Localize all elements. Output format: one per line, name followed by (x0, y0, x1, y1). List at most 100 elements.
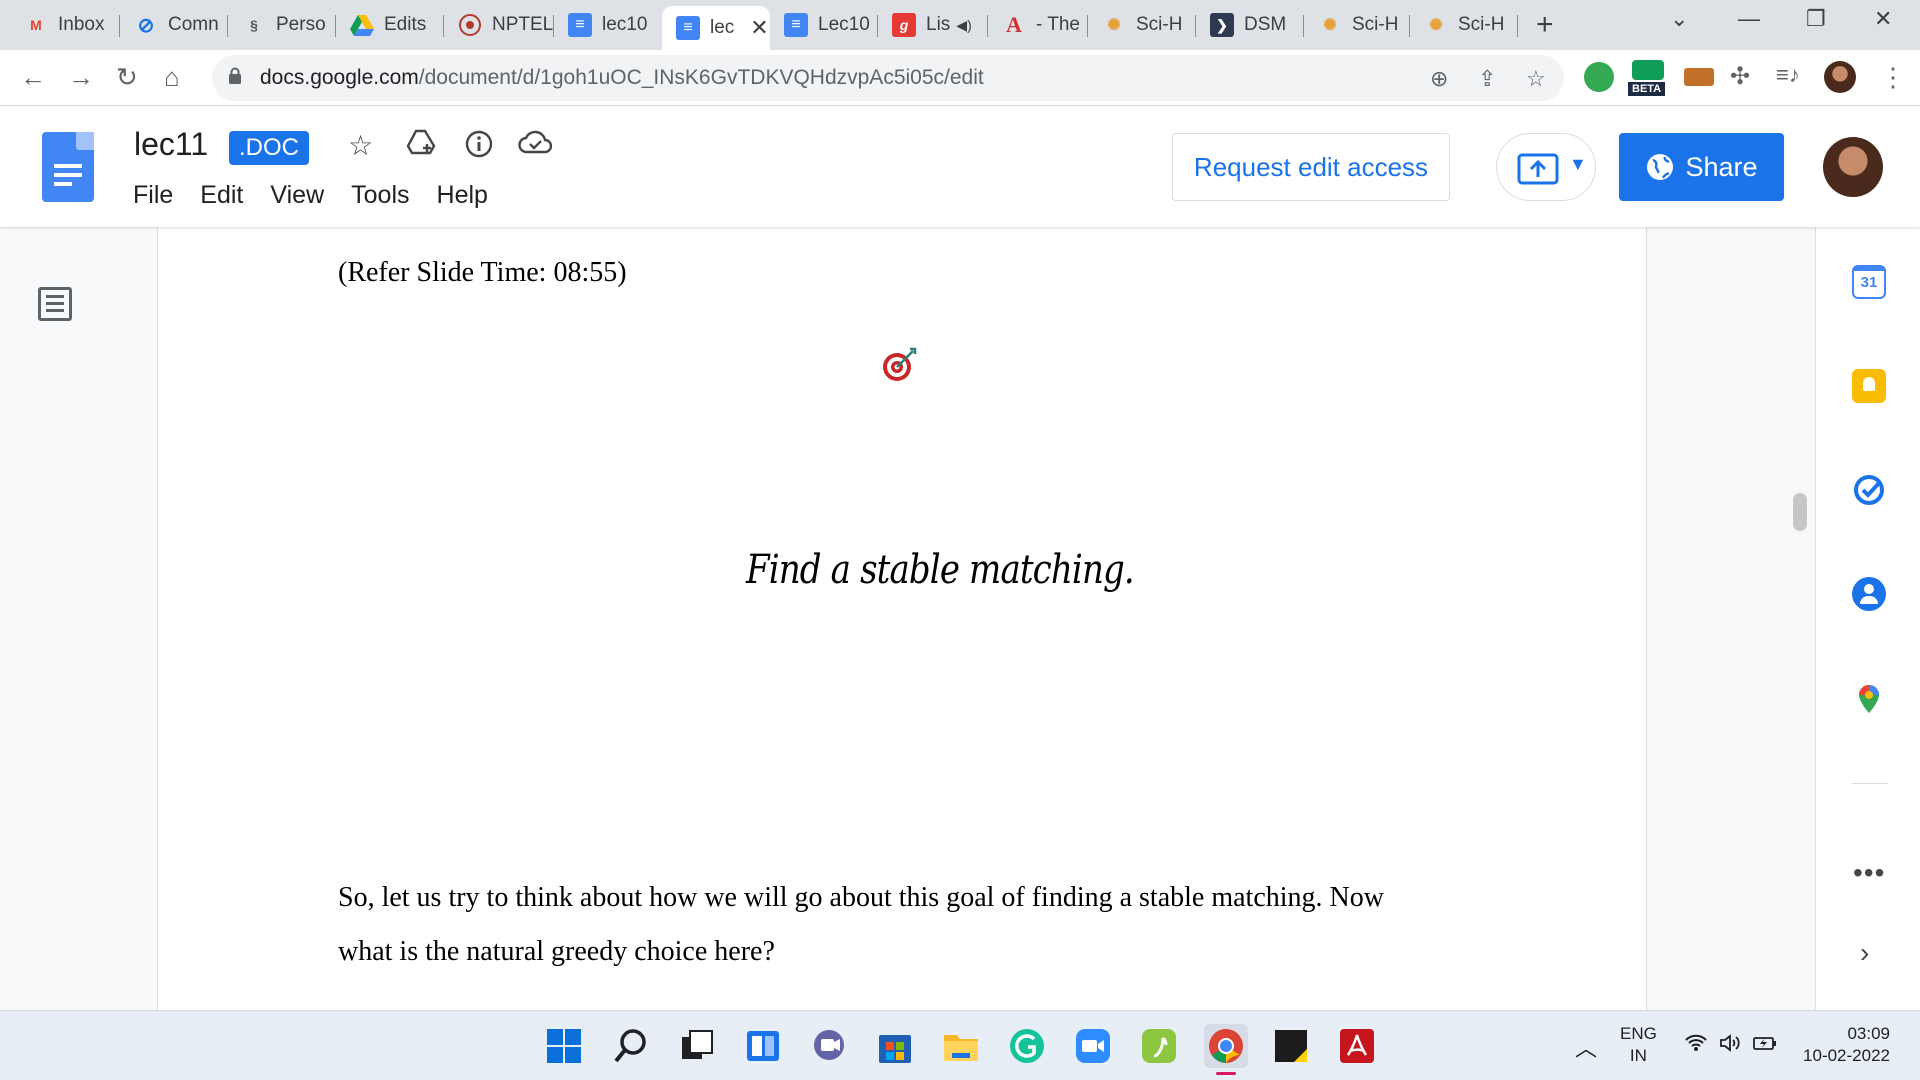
more-icon[interactable]: ••• (1853, 857, 1885, 889)
info-icon[interactable] (464, 129, 494, 166)
target-dart-icon (883, 347, 917, 381)
share-button[interactable]: Share (1619, 133, 1784, 201)
menu-file[interactable]: File (133, 181, 173, 210)
new-tab-button[interactable]: + (1536, 8, 1554, 42)
scrollbar-thumb[interactable] (1793, 493, 1807, 531)
tab-the[interactable]: A - The (988, 6, 1088, 44)
tab-search-icon[interactable]: ⌄ (1670, 6, 1688, 32)
tab-inbox[interactable]: M Inbox (10, 6, 120, 44)
audio-playing-icon[interactable]: ◀) (956, 17, 971, 34)
grammarly-icon[interactable] (1008, 1027, 1046, 1065)
side-panel: 31 ••• › (1815, 227, 1920, 1010)
address-bar[interactable]: docs.google.com/document/d/1goh1uOC_INsK… (212, 55, 1564, 101)
zoom-app-icon[interactable] (1074, 1027, 1112, 1065)
tab-title: lec (710, 17, 735, 38)
maps-icon[interactable] (1852, 681, 1886, 715)
profile-avatar[interactable] (1824, 61, 1856, 93)
chrome-taskbar-icon[interactable] (1204, 1024, 1248, 1075)
task-view-icon[interactable] (678, 1027, 716, 1065)
tab-title: Sci-H (1352, 14, 1399, 35)
forward-button[interactable]: → (68, 62, 94, 93)
tab-scihub-3[interactable]: ✺ Sci-H (1410, 6, 1518, 44)
document-title[interactable]: lec11 (134, 126, 208, 163)
sticky-notes-icon[interactable] (1272, 1027, 1310, 1065)
present-button[interactable]: ▼ (1496, 133, 1596, 201)
language-indicator[interactable]: ENG IN (1620, 1023, 1657, 1067)
request-edit-access-button[interactable]: Request edit access (1172, 133, 1450, 201)
add-to-drive-icon[interactable] (406, 129, 436, 164)
scihub-icon: ✺ (1429, 17, 1443, 34)
system-clock[interactable]: 03:09 10-02-2022 (1798, 1023, 1890, 1067)
minimize-button[interactable]: — (1738, 6, 1760, 32)
widgets-icon[interactable] (744, 1027, 782, 1065)
volume-icon[interactable] (1718, 1033, 1742, 1059)
expand-panel-icon[interactable]: › (1860, 937, 1869, 969)
lang-code: ENG (1620, 1024, 1657, 1043)
doc-format-badge: .DOC (229, 131, 309, 165)
tab-title: Sci-H (1458, 14, 1505, 35)
tab-title: DSM (1244, 14, 1287, 35)
share-page-icon[interactable]: ⇪ (1478, 66, 1496, 92)
restore-button[interactable]: ❐ (1806, 6, 1826, 32)
extension-green-icon[interactable] (1584, 62, 1614, 92)
tab-lec11-active[interactable]: ≡ lec ✕ (662, 6, 770, 50)
tab-title: Lis (926, 14, 951, 35)
extension-brick-icon[interactable] (1684, 68, 1714, 86)
document-canvas: (Refer Slide Time: 08:55) Find a stable … (0, 227, 1815, 1010)
menu-bar: File Edit View Tools Help (133, 181, 515, 210)
back-button[interactable]: ← (20, 62, 46, 93)
clock-date: 10-02-2022 (1803, 1046, 1890, 1065)
menu-help[interactable]: Help (437, 181, 488, 210)
calendar-icon[interactable]: 31 (1852, 265, 1886, 299)
tab-nptel[interactable]: NPTEL (444, 6, 554, 44)
extensions-puzzle-icon[interactable]: ✣ (1730, 62, 1750, 91)
scihub-icon: ✺ (1107, 17, 1121, 34)
store-icon[interactable] (876, 1027, 914, 1065)
docs-icon: ≡ (784, 13, 808, 37)
tasks-icon[interactable] (1852, 473, 1886, 507)
windows-start-icon[interactable] (545, 1027, 583, 1065)
contacts-icon[interactable] (1852, 577, 1886, 611)
menu-tools[interactable]: Tools (351, 181, 409, 210)
tab-lec10[interactable]: ≡ lec10 (554, 6, 662, 44)
tab-scihub-2[interactable]: ✺ Sci-H (1304, 6, 1410, 44)
extension-beta-icon[interactable] (1632, 60, 1664, 80)
media-controls-icon[interactable]: ≡♪ (1776, 62, 1800, 88)
acrobat-icon[interactable] (1338, 1027, 1376, 1065)
chrome-menu-icon[interactable]: ⋮ (1880, 62, 1906, 93)
lock-icon[interactable] (228, 67, 242, 85)
document-outline-icon[interactable] (38, 287, 72, 321)
account-avatar[interactable] (1823, 137, 1883, 197)
search-icon[interactable] (612, 1027, 650, 1065)
cloud-saved-icon[interactable] (518, 129, 553, 162)
battery-charging-icon[interactable] (1752, 1033, 1778, 1059)
file-explorer-icon[interactable] (942, 1027, 980, 1065)
dna-icon: § (250, 17, 258, 33)
tab-edits[interactable]: Edits (336, 6, 444, 44)
document-page[interactable]: (Refer Slide Time: 08:55) Find a stable … (157, 227, 1647, 1010)
tab-perso[interactable]: § Perso (228, 6, 336, 44)
wifi-icon[interactable] (1684, 1033, 1708, 1059)
zoom-icon[interactable]: ⊕ (1430, 66, 1448, 92)
tab-scihub-1[interactable]: ✺ Sci-H (1088, 6, 1196, 44)
bookmark-star-icon[interactable]: ☆ (1526, 66, 1546, 92)
tab-lis[interactable]: g Lis ◀) (878, 6, 988, 44)
star-icon[interactable]: ☆ (348, 129, 373, 162)
menu-view[interactable]: View (270, 181, 324, 210)
reload-button[interactable]: ↻ (116, 62, 138, 93)
clock-time: 03:09 (1847, 1024, 1890, 1043)
keep-icon[interactable] (1852, 369, 1886, 403)
close-tab-icon[interactable]: ✕ (750, 15, 768, 41)
home-button[interactable]: ⌂ (164, 62, 180, 93)
tray-overflow-icon[interactable]: ︿ (1575, 1031, 1597, 1063)
docs-logo-icon[interactable] (42, 132, 94, 202)
close-window-button[interactable]: ✕ (1874, 6, 1892, 32)
tab-dsm[interactable]: ❯ DSM (1196, 6, 1304, 44)
evernote-icon[interactable] (1140, 1027, 1178, 1065)
tab-comn[interactable]: ⊘ Comn (120, 6, 228, 44)
tab-lec10b[interactable]: ≡ Lec10 (770, 6, 878, 44)
docs-header: lec11 .DOC ☆ File Edit View Tools Help R… (0, 107, 1920, 227)
teams-chat-icon[interactable] (810, 1027, 848, 1065)
menu-edit[interactable]: Edit (200, 181, 243, 210)
docs-icon: ≡ (676, 16, 700, 40)
